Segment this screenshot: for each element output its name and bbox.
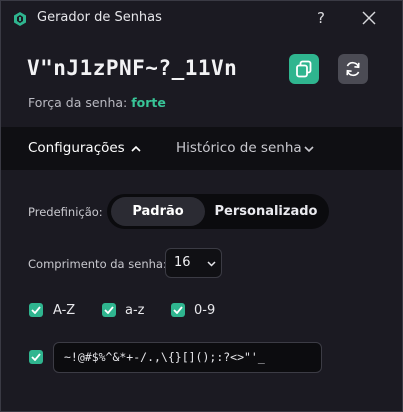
password-strength: Força da senha: forte xyxy=(28,95,166,110)
checkbox-uppercase[interactable] xyxy=(29,303,43,317)
window-title: Gerador de Senhas xyxy=(37,10,162,25)
preset-option-padrao[interactable]: Padrão xyxy=(111,197,205,226)
password-generator-window: Gerador de Senhas ? V"nJ1zPNF~?_11Vn For… xyxy=(0,0,403,412)
length-value: 16 xyxy=(174,255,191,270)
chevron-down-icon xyxy=(304,146,314,153)
tab-historico[interactable]: Histórico de senha xyxy=(176,127,314,170)
length-label: Comprimento da senha: xyxy=(28,257,167,271)
preset-label: Predefinição: xyxy=(28,205,103,219)
chevron-up-icon xyxy=(131,145,141,152)
close-button[interactable] xyxy=(355,6,383,30)
close-icon xyxy=(362,11,376,25)
length-select[interactable]: 16 xyxy=(165,248,222,278)
title-bar: Gerador de Senhas ? xyxy=(1,1,402,35)
checkbox-lowercase-label: a-z xyxy=(125,303,145,318)
checkmark-icon xyxy=(31,353,41,361)
chevron-down-icon xyxy=(207,261,216,267)
checkmark-icon xyxy=(31,306,41,314)
copy-button[interactable] xyxy=(289,54,319,84)
help-button[interactable]: ? xyxy=(307,6,335,30)
tab-configuracoes[interactable]: Configurações xyxy=(28,127,141,170)
checkbox-special-chars[interactable] xyxy=(29,350,43,364)
tab-bar: Configurações Histórico de senha xyxy=(1,127,402,170)
copy-icon xyxy=(296,60,312,78)
strength-label: Força da senha: xyxy=(28,95,128,110)
strength-value: forte xyxy=(131,95,166,110)
special-chars-value: ~!@#$%^&*+-/.,\{}[]();:?<>"'_ xyxy=(64,350,265,364)
checkmark-icon xyxy=(104,306,114,314)
tab-label: Configurações xyxy=(28,140,125,156)
regenerate-button[interactable] xyxy=(338,54,368,84)
special-chars-input[interactable]: ~!@#$%^&*+-/.,\{}[]();:?<>"'_ xyxy=(53,342,322,373)
app-shield-icon xyxy=(13,11,27,26)
checkbox-digits[interactable] xyxy=(171,303,185,317)
checkbox-digits-label: 0-9 xyxy=(194,303,216,318)
preset-option-personalizado[interactable]: Personalizado xyxy=(207,197,325,226)
tab-label: Histórico de senha xyxy=(176,140,302,156)
checkmark-icon xyxy=(173,306,183,314)
checkbox-uppercase-label: A-Z xyxy=(53,303,76,318)
generated-password: V"nJ1zPNF~?_11Vn xyxy=(27,56,238,80)
refresh-icon xyxy=(346,61,360,77)
preset-selector: Padrão Personalizado xyxy=(107,194,329,229)
checkbox-lowercase[interactable] xyxy=(102,303,116,317)
